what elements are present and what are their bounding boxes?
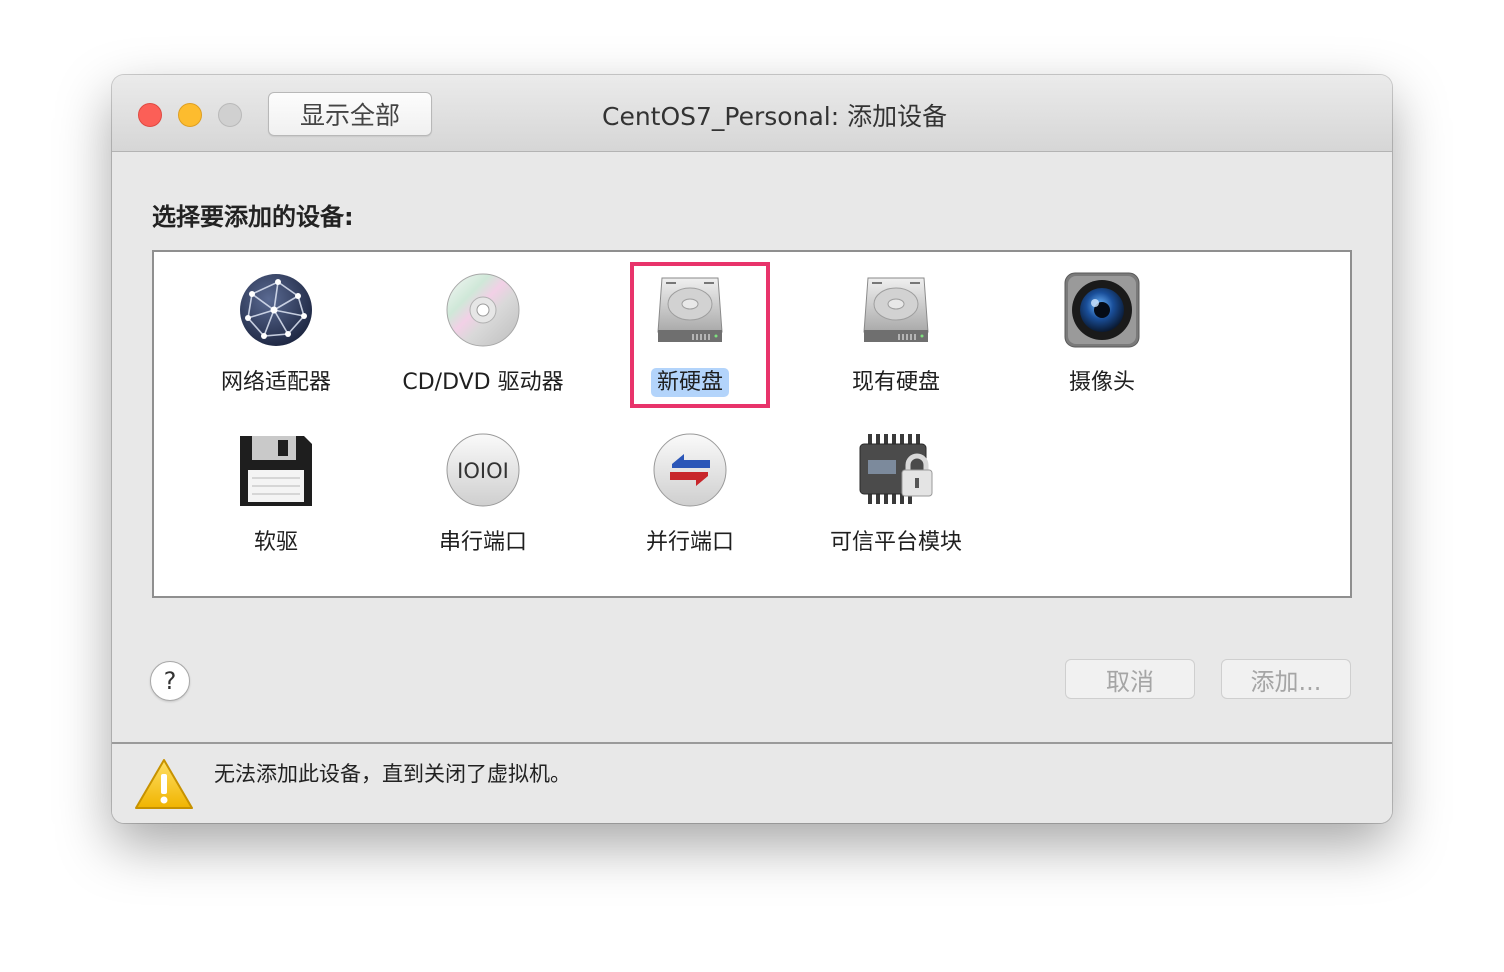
device-label: CD/DVD 驱动器 <box>402 370 564 395</box>
device-label: 新硬盘 <box>590 364 790 397</box>
device-parallel-port[interactable]: 并行端口 <box>590 424 790 564</box>
warning-triangle-icon <box>135 759 193 809</box>
device-existing-hard-disk[interactable]: 现有硬盘 <box>796 264 996 404</box>
title-bar: 显示全部 CentOS7_Personal: 添加设备 <box>112 75 1392 152</box>
device-list: 网络适配器 CD/DVD 驱动器 新硬盘 现有硬盘 摄像头 软驱 IOIOI 串… <box>152 250 1352 598</box>
device-network-adapter[interactable]: 网络适配器 <box>176 264 376 404</box>
svg-text:IOIOI: IOIOI <box>457 459 509 483</box>
floppy-disk-icon <box>240 436 312 506</box>
hard-disk-icon <box>863 277 929 342</box>
add-device-window: 显示全部 CentOS7_Personal: 添加设备 选择要添加的设备: 网络… <box>112 75 1392 823</box>
device-label: 软驱 <box>253 530 298 555</box>
tpm-chip-lock-icon <box>859 434 933 504</box>
zoom-window-button[interactable] <box>218 103 242 127</box>
show-all-button[interactable]: 显示全部 <box>268 92 432 136</box>
minimize-window-button[interactable] <box>178 103 202 127</box>
device-cd-dvd-drive[interactable]: CD/DVD 驱动器 <box>383 264 583 404</box>
device-label: 串行端口 <box>438 530 527 555</box>
window-title: CentOS7_Personal: 添加设备 <box>602 102 948 131</box>
device-label: 摄像头 <box>1068 370 1135 395</box>
warning-message: 无法添加此设备，直到关闭了虚拟机。 <box>214 762 571 786</box>
parallel-port-icon <box>653 433 727 507</box>
camera-icon <box>1064 272 1140 348</box>
device-serial-port[interactable]: IOIOI 串行端口 <box>383 424 583 564</box>
cancel-button[interactable]: 取消 <box>1065 659 1195 699</box>
close-window-button[interactable] <box>138 103 162 127</box>
network-globe-icon <box>240 274 312 346</box>
device-label: 现有硬盘 <box>851 370 940 395</box>
device-label: 并行端口 <box>645 530 734 555</box>
device-camera[interactable]: 摄像头 <box>1002 264 1202 404</box>
device-floppy-drive[interactable]: 软驱 <box>176 424 376 564</box>
device-label: 可信平台模块 <box>829 530 962 555</box>
status-footer: 无法添加此设备，直到关闭了虚拟机。 <box>112 742 1392 823</box>
device-trusted-platform-module[interactable]: 可信平台模块 <box>796 424 996 564</box>
hard-disk-icon <box>657 277 723 342</box>
serial-port-icon: IOIOI <box>446 433 520 507</box>
cd-dvd-disc-icon <box>446 273 520 347</box>
device-new-hard-disk[interactable]: 新硬盘 <box>590 264 790 404</box>
help-button[interactable]: ? <box>150 661 190 701</box>
add-button[interactable]: 添加... <box>1221 659 1351 699</box>
device-label: 网络适配器 <box>220 370 331 395</box>
device-prompt: 选择要添加的设备: <box>152 203 354 231</box>
